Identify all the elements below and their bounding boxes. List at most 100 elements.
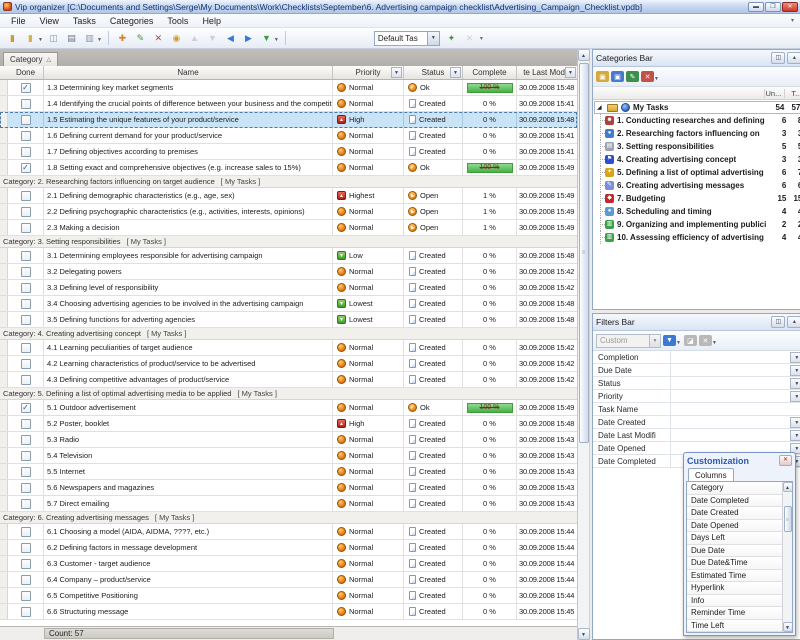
column-header-complete[interactable]: Complete bbox=[463, 66, 517, 79]
filter-row[interactable]: Status ▼ bbox=[593, 377, 800, 390]
combobox-dropdown-icon[interactable]: ▼ bbox=[427, 32, 439, 45]
done-checkbox[interactable] bbox=[21, 283, 31, 293]
filter-row[interactable]: Completion ▼ bbox=[593, 351, 800, 364]
dropdown-arrow-icon[interactable]: ▼ bbox=[274, 37, 279, 43]
date-filter-icon[interactable]: ▼ bbox=[565, 67, 576, 78]
menu-item[interactable]: Categories bbox=[103, 16, 161, 26]
table-row[interactable]: 6.1 Choosing a model (AIDA, AIDMA, ????,… bbox=[0, 524, 577, 540]
table-row[interactable]: 4.1 Learning peculiarities of target aud… bbox=[0, 340, 577, 356]
table-row[interactable]: 3.4 Choosing advertising agencies to be … bbox=[0, 296, 577, 312]
table-row[interactable]: ✓ 5.1 Outdoor advertisement Normal Ok 10… bbox=[0, 400, 577, 416]
table-row[interactable]: 6.2 Defining factors in message developm… bbox=[0, 540, 577, 556]
tree-item-category[interactable]: ✎ 6. Creating advertising messages 6 6 bbox=[593, 179, 800, 192]
column-list-item[interactable]: Info bbox=[687, 595, 782, 608]
table-row[interactable]: 1.5 Estimating the unique features of yo… bbox=[0, 112, 577, 128]
scroll-down-icon[interactable]: ▼ bbox=[578, 628, 590, 640]
filter-dropdown-icon[interactable]: ▼ bbox=[790, 352, 800, 363]
column-header-uncompleted[interactable]: Un... bbox=[764, 89, 784, 98]
done-checkbox[interactable] bbox=[21, 419, 31, 429]
scrollbar-thumb[interactable]: ≡ bbox=[784, 506, 792, 532]
menu-item[interactable]: View bbox=[33, 16, 66, 26]
done-checkbox[interactable] bbox=[21, 559, 31, 569]
column-list-item[interactable]: Days Left bbox=[687, 532, 782, 545]
done-checkbox[interactable] bbox=[21, 607, 31, 617]
table-row[interactable]: Category: 5. Defining a list of optimal … bbox=[0, 388, 577, 400]
tree-item-category[interactable]: ● 2. Researching factors influencing on … bbox=[593, 127, 800, 140]
table-row[interactable]: 5.7 Direct emailing Normal Created 0 % 3… bbox=[0, 496, 577, 512]
toolbar-button[interactable]: ✚ bbox=[114, 30, 131, 46]
column-header-name[interactable]: Name bbox=[44, 66, 333, 79]
filter-row[interactable]: Date Created ▼ bbox=[593, 416, 800, 429]
done-checkbox[interactable] bbox=[21, 267, 31, 277]
column-list-item[interactable]: Reminder Time bbox=[687, 607, 782, 620]
filter-dropdown-icon[interactable]: ▼ bbox=[790, 417, 800, 428]
grid-vertical-scrollbar[interactable]: ▲ ≡ ▼ bbox=[578, 49, 590, 640]
table-row[interactable]: 3.3 Defining level of responsibility Nor… bbox=[0, 280, 577, 296]
column-header-priority[interactable]: Priority▼ bbox=[333, 66, 404, 79]
table-row[interactable]: 3.2 Delegating powers Normal Created 0 %… bbox=[0, 264, 577, 280]
done-checkbox[interactable] bbox=[21, 99, 31, 109]
menu-item[interactable]: Tasks bbox=[66, 16, 103, 26]
table-row[interactable]: 5.4 Television Normal Created 0 % 30.09.… bbox=[0, 448, 577, 464]
column-header-status[interactable]: Status▼ bbox=[404, 66, 463, 79]
tree-item-category[interactable]: ✦ 5. Defining a list of optimal advertis… bbox=[593, 166, 800, 179]
table-row[interactable]: 1.4 Identifying the crucial points of di… bbox=[0, 96, 577, 112]
tree-item-category[interactable]: ▥ 9. Organizing and implementing publici… bbox=[593, 218, 800, 231]
column-list-item[interactable]: Date Completed bbox=[687, 495, 782, 508]
done-checkbox[interactable] bbox=[21, 499, 31, 509]
filter-dropdown-icon[interactable]: ▼ bbox=[790, 391, 800, 402]
column-list-item[interactable]: Due Date bbox=[687, 545, 782, 558]
column-list-item[interactable]: Estimated Time bbox=[687, 570, 782, 583]
minimize-button[interactable]: ▬ bbox=[748, 2, 764, 12]
done-checkbox[interactable] bbox=[21, 435, 31, 445]
toolbar-overflow-icon[interactable]: ▼ bbox=[712, 340, 717, 346]
tree-item-category[interactable]: ▤ 3. Setting responsibilities 5 5 bbox=[593, 140, 800, 153]
table-row[interactable]: ✓ 1.3 Determining key market segments No… bbox=[0, 80, 577, 96]
done-checkbox[interactable]: ✓ bbox=[21, 83, 31, 93]
group-by-category-tab[interactable]: Category △ bbox=[3, 52, 58, 66]
menu-item[interactable]: Tools bbox=[160, 16, 195, 26]
expander-icon[interactable]: ◢ bbox=[597, 104, 604, 111]
toolbar-button[interactable]: ✦ bbox=[443, 30, 460, 46]
toolbar-button[interactable]: ✕ bbox=[150, 30, 167, 46]
customization-titlebar[interactable]: Customization ✕ bbox=[684, 453, 795, 468]
table-row[interactable]: 6.3 Customer - target audience Normal Cr… bbox=[0, 556, 577, 572]
table-row[interactable]: 3.5 Defining functions for adverting age… bbox=[0, 312, 577, 328]
menu-item[interactable]: Help bbox=[195, 16, 228, 26]
table-row[interactable]: ✓ 1.8 Setting exact and comprehensive ob… bbox=[0, 160, 577, 176]
done-checkbox[interactable] bbox=[21, 483, 31, 493]
toolbar-button[interactable]: ✎ bbox=[132, 30, 149, 46]
table-row[interactable]: 5.2 Poster, booklet High Created 0 % 30.… bbox=[0, 416, 577, 432]
tree-item-category[interactable]: ☻ 1. Conducting researches and defining … bbox=[593, 114, 800, 127]
status-filter-icon[interactable]: ▼ bbox=[450, 67, 461, 78]
toolbar-button[interactable]: ▶ bbox=[240, 30, 257, 46]
tree-item-my-tasks[interactable]: ◢ My Tasks 54 57 bbox=[594, 101, 800, 114]
done-checkbox[interactable] bbox=[21, 527, 31, 537]
table-row[interactable]: 4.2 Learning characteristics of product/… bbox=[0, 356, 577, 372]
table-row[interactable]: 6.6 Structuring message Normal Created 0… bbox=[0, 604, 577, 620]
pin-panel-icon[interactable]: ◫ bbox=[771, 52, 785, 64]
combobox-dropdown-icon[interactable]: ▼ bbox=[649, 335, 660, 347]
toolbar-button[interactable]: ▲ bbox=[186, 30, 203, 46]
table-row[interactable]: Category: 6. Creating advertising messag… bbox=[0, 512, 577, 524]
toolbar-button[interactable]: ◀ bbox=[222, 30, 239, 46]
done-checkbox[interactable] bbox=[21, 147, 31, 157]
close-icon[interactable]: ✕ bbox=[779, 455, 792, 466]
toolbar-button[interactable]: ▮ bbox=[4, 30, 21, 46]
table-row[interactable]: 2.2 Defining psychographic characteristi… bbox=[0, 204, 577, 220]
restore-button[interactable]: ❐ bbox=[765, 2, 781, 12]
column-list-item[interactable]: Time Left bbox=[687, 620, 782, 633]
tree-item-category[interactable]: ◆ 7. Budgeting 15 15 bbox=[593, 192, 800, 205]
done-checkbox[interactable] bbox=[21, 451, 31, 461]
dropdown-arrow-icon[interactable]: ▼ bbox=[676, 340, 681, 346]
done-checkbox[interactable] bbox=[21, 575, 31, 585]
table-row[interactable]: 1.6 Defining current demand for your pro… bbox=[0, 128, 577, 144]
table-row[interactable]: 6.4 Company – product/service Normal Cre… bbox=[0, 572, 577, 588]
scroll-down-icon[interactable]: ▼ bbox=[783, 622, 793, 632]
column-header-done[interactable]: Done bbox=[8, 66, 44, 79]
table-row[interactable]: 2.3 Making a decision Normal Open 1 % 30… bbox=[0, 220, 577, 236]
collapse-panel-icon[interactable]: ▴ bbox=[787, 52, 800, 64]
done-checkbox[interactable] bbox=[21, 375, 31, 385]
filter-row[interactable]: Due Date ▼ bbox=[593, 364, 800, 377]
done-checkbox[interactable] bbox=[21, 467, 31, 477]
